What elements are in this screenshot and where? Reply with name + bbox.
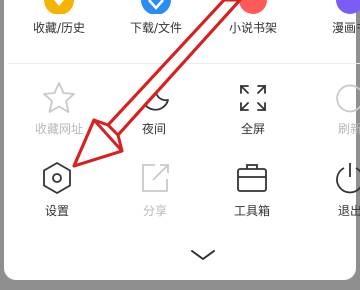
annotation-arrow-icon	[72, 0, 242, 168]
